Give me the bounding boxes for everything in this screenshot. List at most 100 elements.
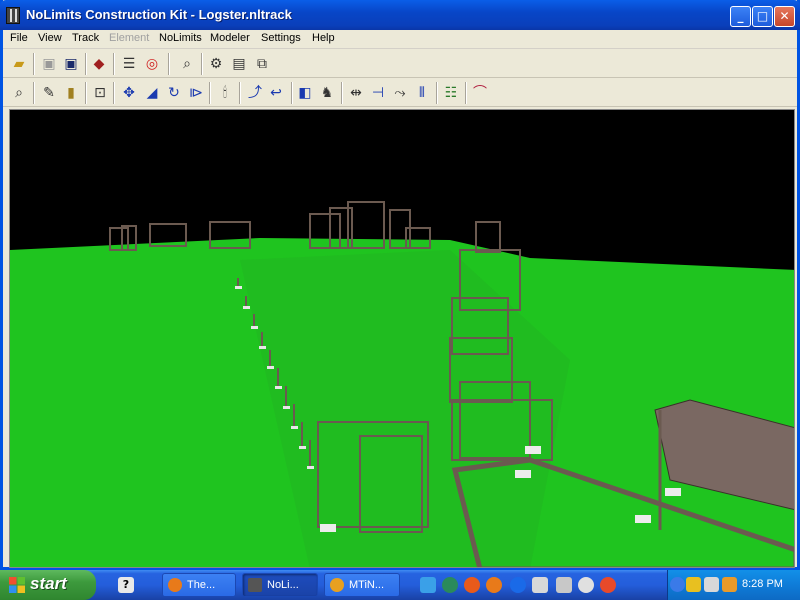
3d-viewport[interactable]: [9, 109, 795, 568]
footer: [299, 446, 306, 449]
footer: [243, 306, 250, 309]
start-label: start: [30, 574, 67, 593]
split-icon[interactable]: ⧐: [186, 83, 206, 103]
chrome-icon[interactable]: [600, 577, 616, 593]
footer: [259, 346, 266, 349]
media-icon[interactable]: [578, 577, 594, 593]
firefox-icon: [168, 578, 182, 592]
help-quicklaunch-icon[interactable]: ?: [118, 577, 134, 593]
save-disabled-icon: ▣: [42, 56, 56, 72]
footer: [635, 515, 651, 523]
menu-view[interactable]: View: [38, 32, 62, 44]
app-window: NoLimits Construction Kit - Logster.nltr…: [0, 0, 800, 570]
taskbar-button-mtin[interactable]: MTiN...: [324, 573, 400, 597]
window-title: NoLimits Construction Kit - Logster.nltr…: [26, 7, 292, 22]
torch-icon[interactable]: 🕯: [215, 83, 235, 103]
footer: [267, 366, 274, 369]
toolbar-separator: [85, 82, 87, 104]
reverse-icon[interactable]: ↩: [266, 83, 286, 103]
toolbar-separator: [436, 82, 438, 104]
start-button[interactable]: start: [0, 570, 96, 600]
main-toolbar: ▰ ▣ ▣ ◆ ☰ ◎ ⌕ ⚙ ▤ ⧉: [3, 50, 797, 78]
arc-icon[interactable]: ⌒: [470, 83, 490, 103]
menu-settings[interactable]: Settings: [261, 32, 301, 44]
footer: [283, 406, 290, 409]
toolbar-separator: [291, 82, 293, 104]
align-icon[interactable]: ⫴: [412, 83, 432, 103]
firefox-quicklaunch-icon[interactable]: [464, 577, 480, 593]
beam-icon[interactable]: ⊣: [368, 83, 388, 103]
track-scene[interactable]: [10, 110, 795, 568]
support-icon[interactable]: ◧: [295, 83, 315, 103]
system-tray: 8:28 PM: [667, 570, 800, 600]
network-icon[interactable]: [686, 577, 701, 592]
toolbar-separator: [113, 53, 115, 75]
footer: [291, 426, 298, 429]
browser-icon[interactable]: [486, 577, 502, 593]
clock: 8:28 PM: [742, 578, 783, 590]
list-icon[interactable]: ☰: [119, 54, 139, 74]
mtin-icon: [330, 578, 344, 592]
footer: [275, 386, 282, 389]
layers-icon[interactable]: ⧉: [252, 54, 272, 74]
footer: [251, 326, 258, 329]
vertex-icon[interactable]: ⊡: [90, 83, 110, 103]
move-icon[interactable]: ✥: [119, 83, 139, 103]
bank-icon[interactable]: ◢: [142, 83, 162, 103]
messenger-icon[interactable]: [420, 577, 436, 593]
app-quicklaunch-icon[interactable]: [532, 577, 548, 593]
connector-icon[interactable]: ⇹: [346, 83, 366, 103]
rotate-icon[interactable]: ↻: [164, 83, 184, 103]
curve-icon[interactable]: ⤴: [245, 83, 265, 103]
footer: [320, 524, 336, 532]
windows-logo-icon: [9, 577, 25, 593]
menu-nolimits[interactable]: NoLimits: [159, 32, 202, 44]
nolimits-icon: [248, 578, 262, 592]
taskbar-button-firefox[interactable]: The...: [162, 573, 236, 597]
path-icon[interactable]: ⤳: [390, 83, 410, 103]
shapes-icon[interactable]: ◆: [89, 54, 109, 74]
toolbar-separator: [341, 82, 343, 104]
zoom-icon[interactable]: ⌕: [177, 54, 197, 74]
toolbar-separator: [33, 53, 35, 75]
task-label: MTiN...: [349, 579, 385, 591]
zoom-view-icon[interactable]: ⌕: [9, 83, 29, 103]
close-button[interactable]: ✕: [774, 6, 795, 27]
person-icon[interactable]: ♞: [317, 83, 337, 103]
menu-element: Element: [109, 32, 150, 44]
computer-icon[interactable]: [556, 577, 572, 593]
taskbar: start ? The... NoLi... MTiN... 8:28 PM: [0, 570, 800, 600]
security-icon[interactable]: [722, 577, 737, 592]
chat-icon[interactable]: [442, 577, 458, 593]
footer: [525, 446, 541, 454]
lifebuoy-icon[interactable]: ◎: [142, 54, 162, 74]
toolbar-separator: [239, 82, 241, 104]
chart-icon[interactable]: ▮: [61, 83, 81, 103]
taskbar-button-nolimits[interactable]: NoLi...: [242, 573, 318, 597]
menu-modeler[interactable]: Modeler: [210, 32, 250, 44]
menu-help[interactable]: Help: [312, 32, 335, 44]
tray-expand-icon[interactable]: [670, 577, 685, 592]
wrench-icon[interactable]: ✎: [39, 83, 59, 103]
footer: [515, 470, 531, 478]
menu-track[interactable]: Track: [72, 32, 99, 44]
toolbar-separator: [85, 53, 87, 75]
volume-icon[interactable]: [704, 577, 719, 592]
open-icon[interactable]: ▰: [9, 54, 29, 74]
menu-file[interactable]: File: [10, 32, 28, 44]
track-settings-icon[interactable]: ⚙: [206, 54, 226, 74]
maximize-button[interactable]: □: [752, 6, 773, 27]
catwalk-icon[interactable]: ☷: [441, 83, 461, 103]
app-icon[interactable]: [6, 7, 20, 24]
task-label: NoLi...: [267, 579, 299, 591]
menu-bar: File View Track Element NoLimits Modeler…: [3, 30, 797, 49]
footer: [665, 488, 681, 496]
title-bar[interactable]: NoLimits Construction Kit - Logster.nltr…: [0, 0, 800, 30]
properties-icon[interactable]: ▤: [229, 54, 249, 74]
toolbar-separator: [113, 82, 115, 104]
save-icon[interactable]: ▣: [61, 54, 81, 74]
globe-icon[interactable]: [510, 577, 526, 593]
minimize-button[interactable]: _: [730, 6, 751, 27]
task-label: The...: [187, 579, 216, 591]
toolbar-separator: [465, 82, 467, 104]
